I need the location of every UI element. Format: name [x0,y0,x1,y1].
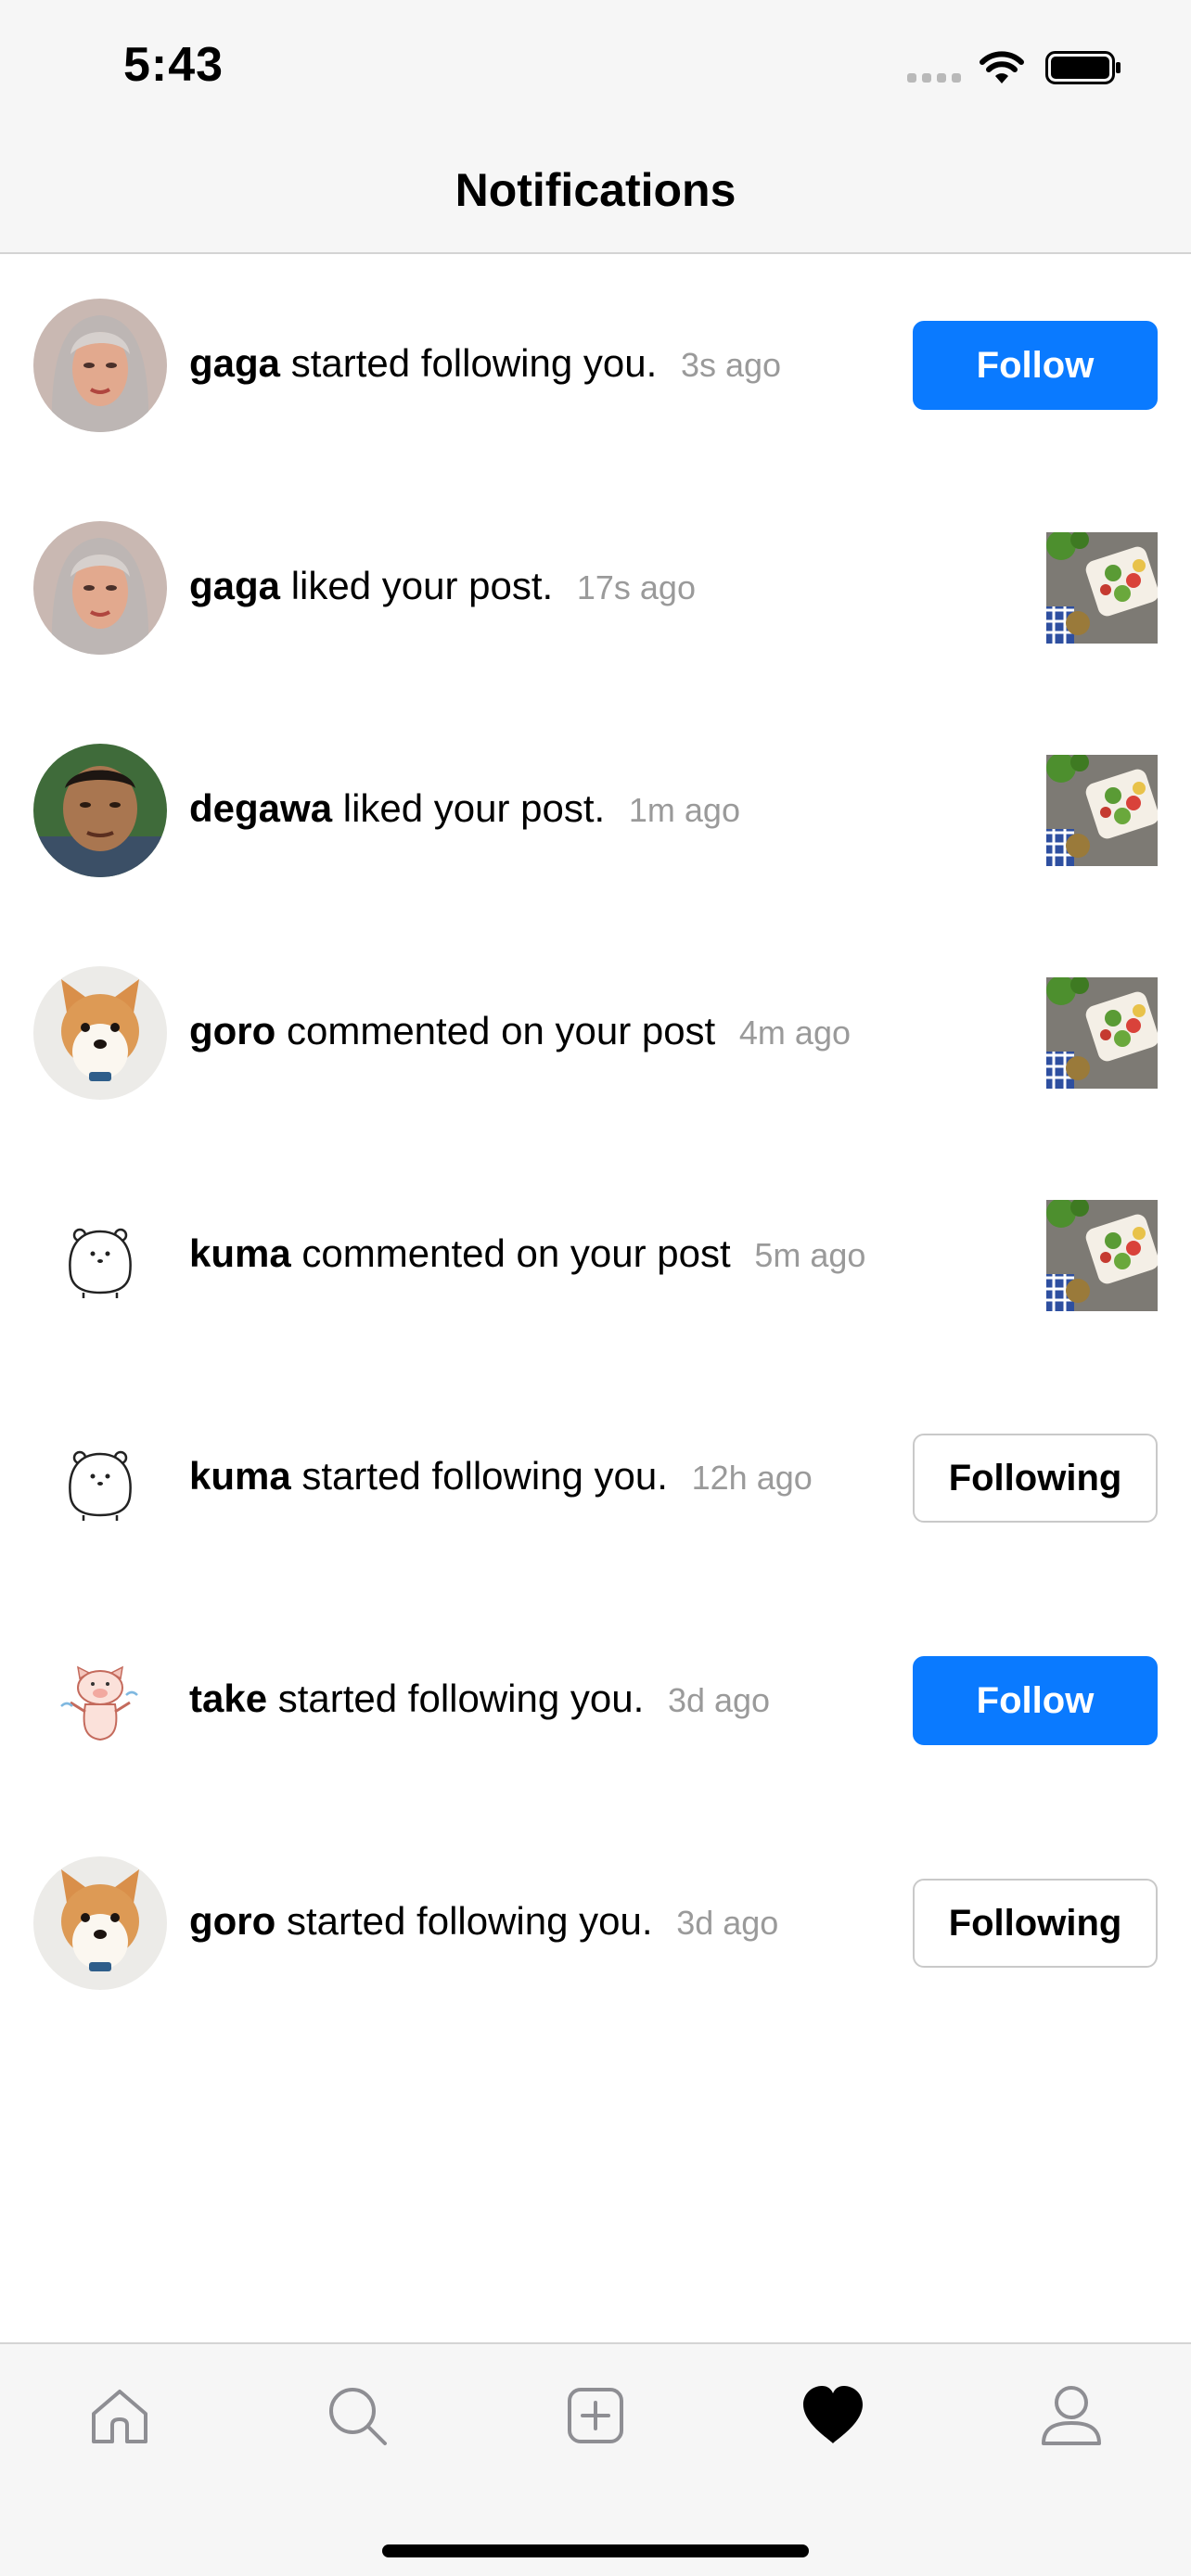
notifications-screen: 5:43 Notifications gaga started followin… [0,0,1191,2576]
notification-message: started following you. [290,341,658,385]
post-thumbnail[interactable] [1046,977,1158,1089]
username[interactable]: goro [189,1899,275,1943]
notification-message: started following you. [301,1454,668,1498]
wifi-icon [980,51,1024,83]
following-button[interactable]: Following [913,1879,1158,1968]
tab-home[interactable] [69,2365,171,2467]
post-thumbnail[interactable] [1046,755,1158,866]
tab-profile[interactable] [1020,2365,1122,2467]
avatar-kuma[interactable] [33,1189,167,1322]
notification-row[interactable]: goro started following you. 3d ago Follo… [0,1812,1191,2034]
heart-icon [803,2386,863,2443]
search-icon [329,2388,387,2445]
notification-row[interactable]: gaga liked your post. 17s ago [0,477,1191,699]
username[interactable]: kuma [189,1231,291,1275]
follow-button[interactable]: Follow [913,1656,1158,1745]
avatar-kuma[interactable] [33,1411,167,1545]
profile-icon [1042,2386,1101,2445]
home-indicator[interactable] [382,2544,809,2557]
avatar-degawa[interactable] [33,744,167,877]
home-icon [92,2390,147,2443]
notification-message: started following you. [277,1677,645,1720]
navigation-bar: Notifications [0,130,1191,254]
username[interactable]: gaga [189,564,280,607]
notification-message: commented on your post [286,1009,716,1052]
status-time: 5:43 [123,38,224,92]
username[interactable]: gaga [189,341,280,385]
post-thumbnail[interactable] [1046,1200,1158,1311]
timestamp: 5m ago [754,1236,866,1274]
tab-new-post[interactable] [544,2365,647,2467]
timestamp: 4m ago [738,1014,851,1052]
timestamp: 12h ago [691,1459,813,1497]
avatar-goro[interactable] [33,1856,167,1990]
notification-text: degawa liked your post. 1m ago [189,784,740,835]
notification-text: gaga started following you. 3s ago [189,339,781,389]
notification-text: kuma commented on your post 5m ago [189,1230,865,1280]
post-thumbnail[interactable] [1046,532,1158,644]
username[interactable]: kuma [189,1454,291,1498]
tab-bar [0,2342,1191,2576]
tab-search[interactable] [306,2365,408,2467]
timestamp: 3s ago [680,346,782,384]
username[interactable]: goro [189,1009,275,1052]
notification-text: goro started following you. 3d ago [189,1897,778,1947]
notification-text: gaga liked your post. 17s ago [189,562,696,612]
notification-row[interactable]: kuma commented on your post 5m ago [0,1144,1191,1367]
tab-activity[interactable] [782,2365,884,2467]
status-bar: 5:43 [0,0,1191,130]
username[interactable]: degawa [189,786,332,830]
notification-list[interactable]: gaga started following you. 3s ago Follo… [0,254,1191,2034]
add-post-icon [568,2388,623,2443]
notification-row[interactable]: take started following you. 3d ago Follo… [0,1589,1191,1812]
notification-message: liked your post. [342,786,606,830]
notification-text: kuma started following you. 12h ago [189,1452,813,1502]
avatar-take[interactable] [33,1634,167,1767]
username[interactable]: take [189,1677,267,1720]
follow-button[interactable]: Follow [913,321,1158,410]
cellular-signal-icon [907,73,963,84]
following-button[interactable]: Following [913,1434,1158,1523]
notification-row[interactable]: gaga started following you. 3s ago Follo… [0,254,1191,477]
notification-text: goro commented on your post 4m ago [189,1007,851,1057]
avatar-gaga[interactable] [33,521,167,655]
notification-text: take started following you. 3d ago [189,1675,770,1725]
battery-icon [1045,51,1121,84]
timestamp: 3d ago [667,1681,771,1719]
timestamp: 1m ago [628,791,740,829]
notification-row[interactable]: degawa liked your post. 1m ago [0,699,1191,922]
page-title: Notifications [455,164,736,216]
notification-message: liked your post. [290,564,554,607]
notification-message: commented on your post [301,1231,731,1275]
avatar-goro[interactable] [33,966,167,1100]
notification-row[interactable]: kuma started following you. 12h ago Foll… [0,1367,1191,1589]
notification-row[interactable]: goro commented on your post 4m ago [0,922,1191,1144]
timestamp: 17s ago [576,568,696,606]
avatar-gaga[interactable] [33,299,167,432]
notification-message: started following you. [286,1899,653,1943]
timestamp: 3d ago [676,1904,779,1942]
